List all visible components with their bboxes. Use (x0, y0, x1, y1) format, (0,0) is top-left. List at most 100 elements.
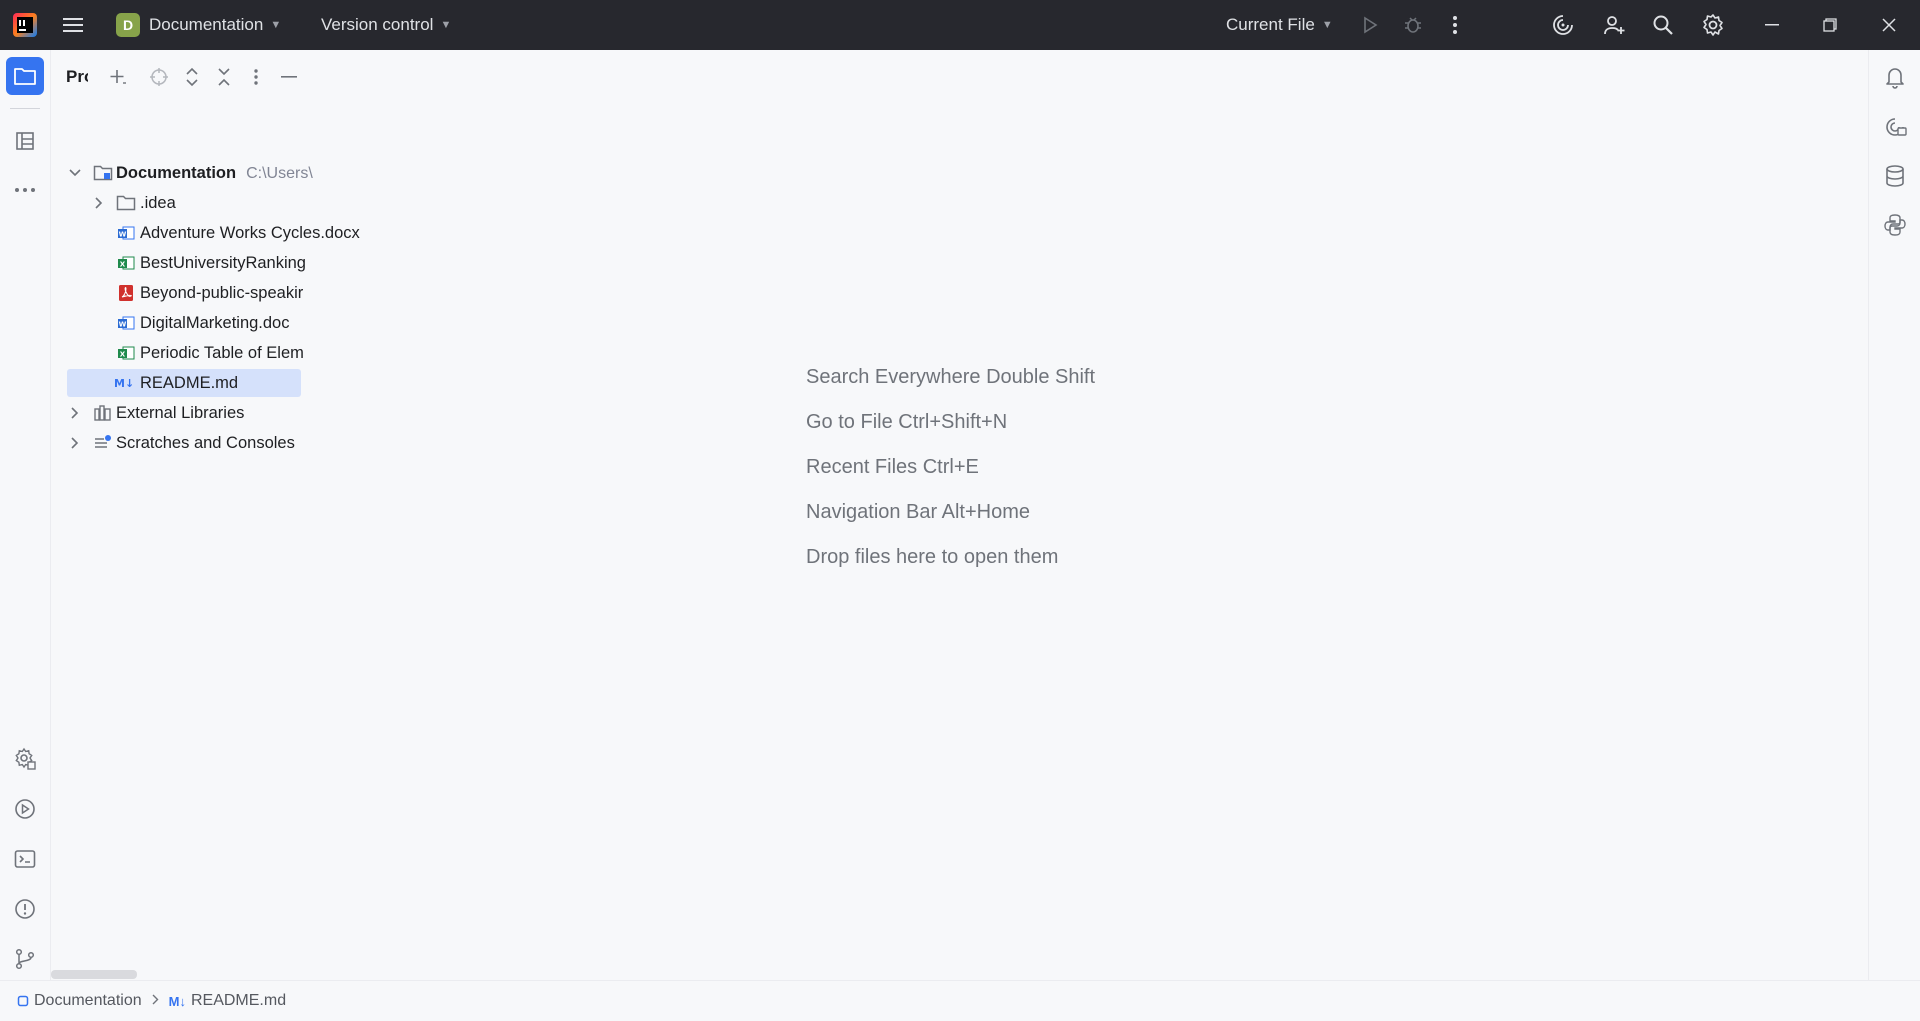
hint-recent-files: Recent Files Ctrl+E (806, 456, 979, 478)
services-gear-icon (15, 747, 36, 770)
collapse-all-icon[interactable] (211, 64, 237, 90)
run-config-selector[interactable]: Current File ▼ (1226, 0, 1333, 50)
new-item-icon[interactable] (105, 64, 131, 90)
project-selector-button[interactable]: D Documentation ▼ (116, 0, 281, 50)
breadcrumb-file-label: README.md (190, 992, 287, 1009)
intellij-logo-icon[interactable] (12, 12, 38, 38)
folder-icon (116, 193, 136, 213)
chevron-right-icon[interactable] (68, 436, 82, 450)
editor-empty-hints: Search Everywhere Double Shift Go to Fil… (806, 355, 1095, 580)
breadcrumb-project-label: Documentation (34, 992, 142, 1009)
tree-root-documentation[interactable]: Documentation C:\Users\ (51, 159, 371, 187)
tree-item-label: README.md (140, 373, 239, 392)
module-folder-icon (93, 163, 113, 183)
more-tools-button[interactable] (6, 171, 44, 209)
tree-item-idea[interactable]: .idea (51, 189, 371, 217)
tree-item-label: Beyond-public-speakir (140, 283, 304, 302)
excel-document-icon: X (116, 253, 136, 273)
version-control-button[interactable]: Version control ▼ (321, 0, 451, 50)
tree-root-label: Documentation (116, 163, 237, 182)
status-bar: Documentation M↓ README.md (0, 980, 1920, 1021)
locate-file-icon[interactable] (146, 64, 172, 90)
chevron-down-icon: ▼ (270, 19, 282, 31)
project-panel-toolbar: Project (51, 50, 371, 102)
chevron-down-icon[interactable] (68, 166, 82, 180)
markdown-icon: M↓ (168, 993, 186, 1009)
project-tool-button[interactable] (6, 57, 44, 95)
tree-item-periodic-table[interactable]: X Periodic Table of Elem (51, 339, 371, 367)
tree-item-scratches[interactable]: Scratches and Consoles (51, 429, 371, 457)
tree-item-beyond-public-speaking[interactable]: Beyond-public-speakir (51, 279, 371, 307)
folder-icon (14, 68, 36, 85)
database-icon[interactable] (1877, 158, 1913, 194)
tree-item-label: Periodic Table of Elem (140, 343, 304, 362)
minimize-window-icon[interactable] (1748, 0, 1796, 50)
run-config-label: Current File (1226, 15, 1315, 34)
structure-icon (16, 132, 34, 150)
tree-item-label: DigitalMarketing.doc (140, 313, 290, 332)
run-icon[interactable] (1350, 0, 1390, 50)
svg-text:W: W (119, 321, 127, 329)
tree-root-path: C:\Users\ (246, 164, 313, 182)
module-icon (17, 995, 29, 1007)
tree-item-best-university-ranking[interactable]: X BestUniversityRanking (51, 249, 371, 277)
word-document-icon: W (116, 223, 136, 243)
svg-text:M↓: M↓ (114, 377, 134, 390)
run-circle-icon (15, 799, 35, 819)
svg-text:X: X (120, 351, 126, 359)
debug-icon[interactable] (1393, 0, 1433, 50)
chevron-down-icon: ▼ (1321, 19, 1333, 31)
python-console-icon[interactable] (1877, 207, 1913, 243)
hint-drop-files: Drop files here to open them (806, 546, 1059, 568)
breadcrumb-file[interactable]: M↓ README.md (169, 992, 286, 1010)
problems-icon (15, 899, 35, 919)
hide-panel-icon[interactable] (276, 64, 302, 90)
tree-item-digital-marketing[interactable]: W DigitalMarketing.doc (51, 309, 371, 337)
tree-item-label: Adventure Works Cycles.docx (140, 223, 360, 242)
tree-item-external-libraries[interactable]: External Libraries (51, 399, 371, 427)
excel-document-icon: X (116, 343, 136, 363)
close-window-icon[interactable] (1865, 0, 1913, 50)
services-tool-button[interactable] (6, 740, 44, 778)
structure-tool-button[interactable] (6, 122, 44, 160)
tree-item-adventure-works[interactable]: W Adventure Works Cycles.docx (51, 219, 371, 247)
ai-assistant-icon[interactable] (1543, 0, 1583, 50)
project-panel-title[interactable]: Project (66, 67, 88, 87)
chevron-right-icon[interactable] (68, 406, 82, 420)
notifications-bell-icon[interactable] (1877, 59, 1913, 95)
tree-item-label: .idea (140, 193, 176, 212)
restore-window-icon[interactable] (1806, 0, 1854, 50)
expand-all-icon[interactable] (179, 64, 205, 90)
tree-item-label: External Libraries (116, 403, 245, 422)
version-control-label: Version control (321, 15, 434, 34)
project-panel: Project Documentatio (51, 50, 371, 980)
more-actions-icon[interactable] (1435, 0, 1475, 50)
project-horizontal-scrollbar[interactable] (51, 970, 137, 979)
hint-navigation-bar: Navigation Bar Alt+Home (806, 501, 1031, 523)
hint-go-to-file: Go to File Ctrl+Shift+N (806, 411, 1008, 433)
breadcrumb-separator-icon (152, 992, 159, 1010)
terminal-tool-button[interactable] (6, 840, 44, 878)
options-icon[interactable] (243, 64, 269, 90)
problems-tool-button[interactable] (6, 890, 44, 928)
git-tool-button[interactable] (6, 940, 44, 978)
tree-item-label: Scratches and Consoles (116, 433, 295, 452)
left-tool-strip (0, 50, 51, 980)
project-name: Documentation (149, 15, 264, 34)
settings-gear-icon[interactable] (1693, 0, 1733, 50)
editor-area[interactable]: Search Everywhere Double Shift Go to Fil… (372, 50, 1868, 980)
scratches-icon (93, 433, 113, 453)
title-bar: D Documentation ▼ Version control ▼ Curr… (0, 0, 1920, 50)
pdf-document-icon (116, 283, 136, 303)
library-icon (93, 403, 113, 423)
tree-item-readme[interactable]: M↓ README.md (51, 369, 371, 397)
terminal-icon (14, 850, 36, 868)
chevron-right-icon[interactable] (92, 196, 106, 210)
run-tool-button[interactable] (6, 790, 44, 828)
markdown-icon: M↓ (114, 373, 138, 393)
ai-chat-icon[interactable] (1877, 109, 1913, 145)
search-icon[interactable] (1643, 0, 1683, 50)
main-menu-icon[interactable] (62, 0, 86, 50)
breadcrumb-project[interactable]: Documentation (17, 992, 142, 1010)
add-user-icon[interactable] (1594, 0, 1634, 50)
